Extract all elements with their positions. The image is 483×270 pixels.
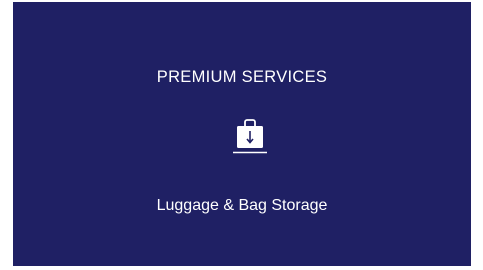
premium-services-card[interactable]: PREMIUM SERVICES Luggage & Bag Storage: [13, 2, 471, 266]
service-label: Luggage & Bag Storage: [156, 197, 328, 214]
section-heading: PREMIUM SERVICES: [156, 68, 328, 86]
luggage-storage-icon: [233, 119, 267, 154]
